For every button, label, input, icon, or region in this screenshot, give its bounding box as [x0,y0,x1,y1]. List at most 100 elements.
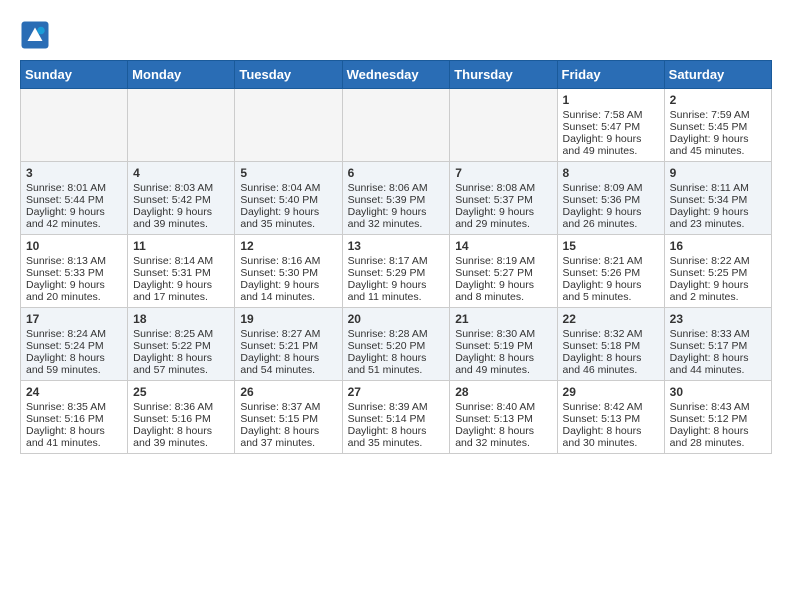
day-info: Sunrise: 8:11 AM [670,182,766,194]
day-info: Sunset: 5:30 PM [240,267,336,279]
day-info: Daylight: 9 hours and 20 minutes. [26,279,122,303]
calendar-cell [450,89,557,162]
logo-icon [20,20,50,50]
day-info: Sunrise: 8:14 AM [133,255,229,267]
calendar-cell [342,89,450,162]
calendar-cell: 21Sunrise: 8:30 AMSunset: 5:19 PMDayligh… [450,308,557,381]
calendar-cell: 2Sunrise: 7:59 AMSunset: 5:45 PMDaylight… [664,89,771,162]
day-info: Daylight: 9 hours and 5 minutes. [563,279,659,303]
day-number: 16 [670,239,766,253]
calendar-cell: 18Sunrise: 8:25 AMSunset: 5:22 PMDayligh… [128,308,235,381]
calendar-cell: 23Sunrise: 8:33 AMSunset: 5:17 PMDayligh… [664,308,771,381]
day-info: Sunrise: 8:28 AM [348,328,445,340]
day-info: Daylight: 9 hours and 11 minutes. [348,279,445,303]
day-number: 27 [348,385,445,399]
day-info: Daylight: 9 hours and 39 minutes. [133,206,229,230]
weekday-header-saturday: Saturday [664,61,771,89]
day-info: Daylight: 8 hours and 51 minutes. [348,352,445,376]
calendar-cell: 26Sunrise: 8:37 AMSunset: 5:15 PMDayligh… [235,381,342,454]
day-number: 3 [26,166,122,180]
day-info: Sunrise: 8:37 AM [240,401,336,413]
day-number: 25 [133,385,229,399]
day-info: Sunset: 5:29 PM [348,267,445,279]
day-info: Daylight: 9 hours and 32 minutes. [348,206,445,230]
day-info: Sunrise: 8:17 AM [348,255,445,267]
day-info: Sunset: 5:12 PM [670,413,766,425]
day-info: Sunset: 5:21 PM [240,340,336,352]
day-info: Sunset: 5:16 PM [26,413,122,425]
calendar-cell: 22Sunrise: 8:32 AMSunset: 5:18 PMDayligh… [557,308,664,381]
day-info: Sunset: 5:13 PM [455,413,551,425]
weekday-header-monday: Monday [128,61,235,89]
day-number: 24 [26,385,122,399]
day-info: Daylight: 9 hours and 26 minutes. [563,206,659,230]
day-info: Sunset: 5:15 PM [240,413,336,425]
day-number: 5 [240,166,336,180]
day-info: Sunset: 5:37 PM [455,194,551,206]
day-info: Sunrise: 8:35 AM [26,401,122,413]
day-info: Sunset: 5:44 PM [26,194,122,206]
day-info: Daylight: 8 hours and 46 minutes. [563,352,659,376]
day-info: Sunrise: 7:58 AM [563,109,659,121]
day-info: Daylight: 8 hours and 35 minutes. [348,425,445,449]
day-info: Sunrise: 8:25 AM [133,328,229,340]
day-number: 30 [670,385,766,399]
day-number: 6 [348,166,445,180]
calendar-cell: 4Sunrise: 8:03 AMSunset: 5:42 PMDaylight… [128,162,235,235]
day-info: Sunrise: 8:36 AM [133,401,229,413]
calendar-cell: 24Sunrise: 8:35 AMSunset: 5:16 PMDayligh… [21,381,128,454]
day-info: Daylight: 9 hours and 23 minutes. [670,206,766,230]
calendar-cell: 27 Sunrise: 8:39 AMSunset: 5:14 PMDayligh… [342,381,450,454]
day-number: 29 [563,385,659,399]
weekday-header-thursday: Thursday [450,61,557,89]
day-info: Daylight: 8 hours and 54 minutes. [240,352,336,376]
calendar-week-5: 24Sunrise: 8:35 AMSunset: 5:16 PMDayligh… [21,381,772,454]
day-info: Sunrise: 8:22 AM [670,255,766,267]
day-info: Sunset: 5:19 PM [455,340,551,352]
day-info: Sunrise: 8:21 AM [563,255,659,267]
day-info: Daylight: 9 hours and 42 minutes. [26,206,122,230]
day-info: Daylight: 8 hours and 28 minutes. [670,425,766,449]
day-info: Sunrise: 8:40 AM [455,401,551,413]
weekday-header-tuesday: Tuesday [235,61,342,89]
day-number: 18 [133,312,229,326]
day-info: Daylight: 8 hours and 49 minutes. [455,352,551,376]
day-info: Sunset: 5:40 PM [240,194,336,206]
logo [20,20,54,50]
day-info: Sunset: 5:45 PM [670,121,766,133]
day-info: Sunrise: 8:33 AM [670,328,766,340]
calendar-cell: 20Sunrise: 8:28 AMSunset: 5:20 PMDayligh… [342,308,450,381]
day-info: Sunset: 5:27 PM [455,267,551,279]
calendar-cell: 9Sunrise: 8:11 AMSunset: 5:34 PMDaylight… [664,162,771,235]
day-info: Sunset: 5:39 PM [348,194,445,206]
day-info: Sunset: 5:14 PM [348,413,445,425]
day-info: Sunset: 5:31 PM [133,267,229,279]
day-info: Sunrise: 8:03 AM [133,182,229,194]
day-info: Sunrise: 8:39 AM [348,401,445,413]
calendar-cell: 19Sunrise: 8:27 AMSunset: 5:21 PMDayligh… [235,308,342,381]
day-info: Sunset: 5:20 PM [348,340,445,352]
calendar-cell: 30Sunrise: 8:43 AMSunset: 5:12 PMDayligh… [664,381,771,454]
day-info: Sunrise: 8:24 AM [26,328,122,340]
day-info: Sunrise: 8:19 AM [455,255,551,267]
day-info: Sunrise: 8:09 AM [563,182,659,194]
day-info: Daylight: 9 hours and 14 minutes. [240,279,336,303]
weekday-header-sunday: Sunday [21,61,128,89]
day-info: Daylight: 9 hours and 45 minutes. [670,133,766,157]
day-info: Sunrise: 8:01 AM [26,182,122,194]
day-info: Daylight: 9 hours and 29 minutes. [455,206,551,230]
day-info: Sunset: 5:16 PM [133,413,229,425]
calendar-cell: 15Sunrise: 8:21 AMSunset: 5:26 PMDayligh… [557,235,664,308]
day-info: Sunrise: 8:13 AM [26,255,122,267]
calendar-cell [21,89,128,162]
day-info: Daylight: 8 hours and 39 minutes. [133,425,229,449]
calendar-cell: 10Sunrise: 8:13 AMSunset: 5:33 PMDayligh… [21,235,128,308]
day-info: Daylight: 9 hours and 2 minutes. [670,279,766,303]
calendar-week-4: 17Sunrise: 8:24 AMSunset: 5:24 PMDayligh… [21,308,772,381]
weekday-header-wednesday: Wednesday [342,61,450,89]
calendar-cell: 12Sunrise: 8:16 AMSunset: 5:30 PMDayligh… [235,235,342,308]
calendar-cell: 13Sunrise: 8:17 AMSunset: 5:29 PMDayligh… [342,235,450,308]
day-info: Sunset: 5:24 PM [26,340,122,352]
day-info: Sunset: 5:22 PM [133,340,229,352]
calendar-cell: 5Sunrise: 8:04 AMSunset: 5:40 PMDaylight… [235,162,342,235]
